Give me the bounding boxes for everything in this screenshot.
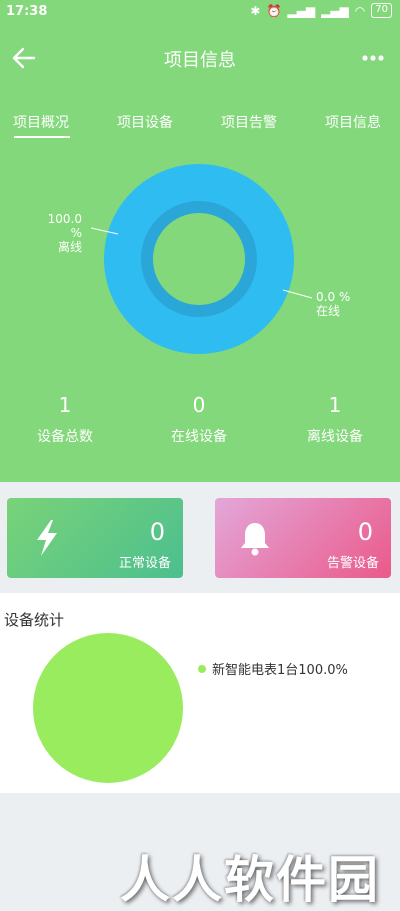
device-stats-title: 设备统计 [4,611,65,629]
tab-devices[interactable]: 项目设备 [117,112,173,132]
signal-icon-2: ▂▄▆ [321,3,349,18]
device-stats-row: 1 设备总数 0 在线设备 1 离线设备 [0,392,400,452]
battery-icon: 70 [371,3,392,18]
status-time: 17:38 [6,4,48,19]
device-stats-panel: 设备统计 新智能电表1台100.0% [0,593,400,793]
legend-dot [198,664,206,673]
donut-hole [153,213,245,305]
alarm-devices-value: 0 [357,518,373,546]
stat-online-label: 在线设备 [171,429,227,445]
header-area: 17:38 ✱ ⏰ ▂▄▆ ▂▄▆ ◠ 70 项目信息 项目概况 项目设备 项目… [0,0,400,482]
status-icons: ✱ ⏰ ▂▄▆ ▂▄▆ ◠ 70 [250,3,392,18]
online-leader-line [282,289,313,299]
normal-devices-value: 0 [149,518,165,546]
alarm-devices-label: 告警设备 [326,556,379,571]
pie-legend: 新智能电表1台100.0% [198,659,348,678]
wifi-icon: ◠ [354,3,366,18]
stat-online-value: 0 [192,393,206,417]
online-status-donut: 100.0 % 离线 0.0 % 在线 [0,160,400,370]
tab-overview[interactable]: 项目概况 [13,112,69,132]
device-type-pie [33,633,183,783]
bluetooth-icon: ✱ [250,3,261,18]
stat-online: 0 在线设备 [134,392,264,446]
legend-text: 新智能电表1台100.0% [212,663,348,678]
tab-alarms[interactable]: 项目告警 [221,112,277,132]
offline-text: 离线 [57,240,82,254]
stat-offline-label: 离线设备 [307,429,363,445]
normal-devices-label: 正常设备 [118,556,171,571]
stat-offline-value: 1 [328,393,342,417]
watermark: 人人软件园 [120,851,380,909]
active-tab-indicator [14,136,70,138]
nav-bar: 项目信息 [0,36,400,80]
status-bar: 17:38 ✱ ⏰ ▂▄▆ ▂▄▆ ◠ 70 [0,0,400,26]
tab-bar: 项目概况 项目设备 项目告警 项目信息 [0,112,400,142]
stat-offline: 1 离线设备 [270,392,400,446]
stat-total-value: 1 [58,393,72,417]
offline-percent: 100.0 % [47,212,82,240]
online-label: 0.0 % 在线 [316,290,350,318]
stat-total-label: 设备总数 [37,429,93,445]
lightning-icon [37,520,57,556]
offline-label: 100.0 % 离线 [34,212,82,254]
online-text: 在线 [316,304,341,318]
donut-chart [90,164,313,354]
normal-devices-card[interactable]: 0 正常设备 [7,498,183,578]
alarm-devices-card[interactable]: 0 告警设备 [215,498,391,578]
stat-total: 1 设备总数 [0,392,130,446]
bell-icon [241,523,269,556]
page-title: 项目信息 [164,50,236,71]
more-icon[interactable] [360,48,386,68]
online-percent: 0.0 % [316,290,351,304]
alarm-clock-icon: ⏰ [266,3,282,18]
tab-info[interactable]: 项目信息 [325,112,381,132]
signal-icon: ▂▄▆ [287,3,316,18]
